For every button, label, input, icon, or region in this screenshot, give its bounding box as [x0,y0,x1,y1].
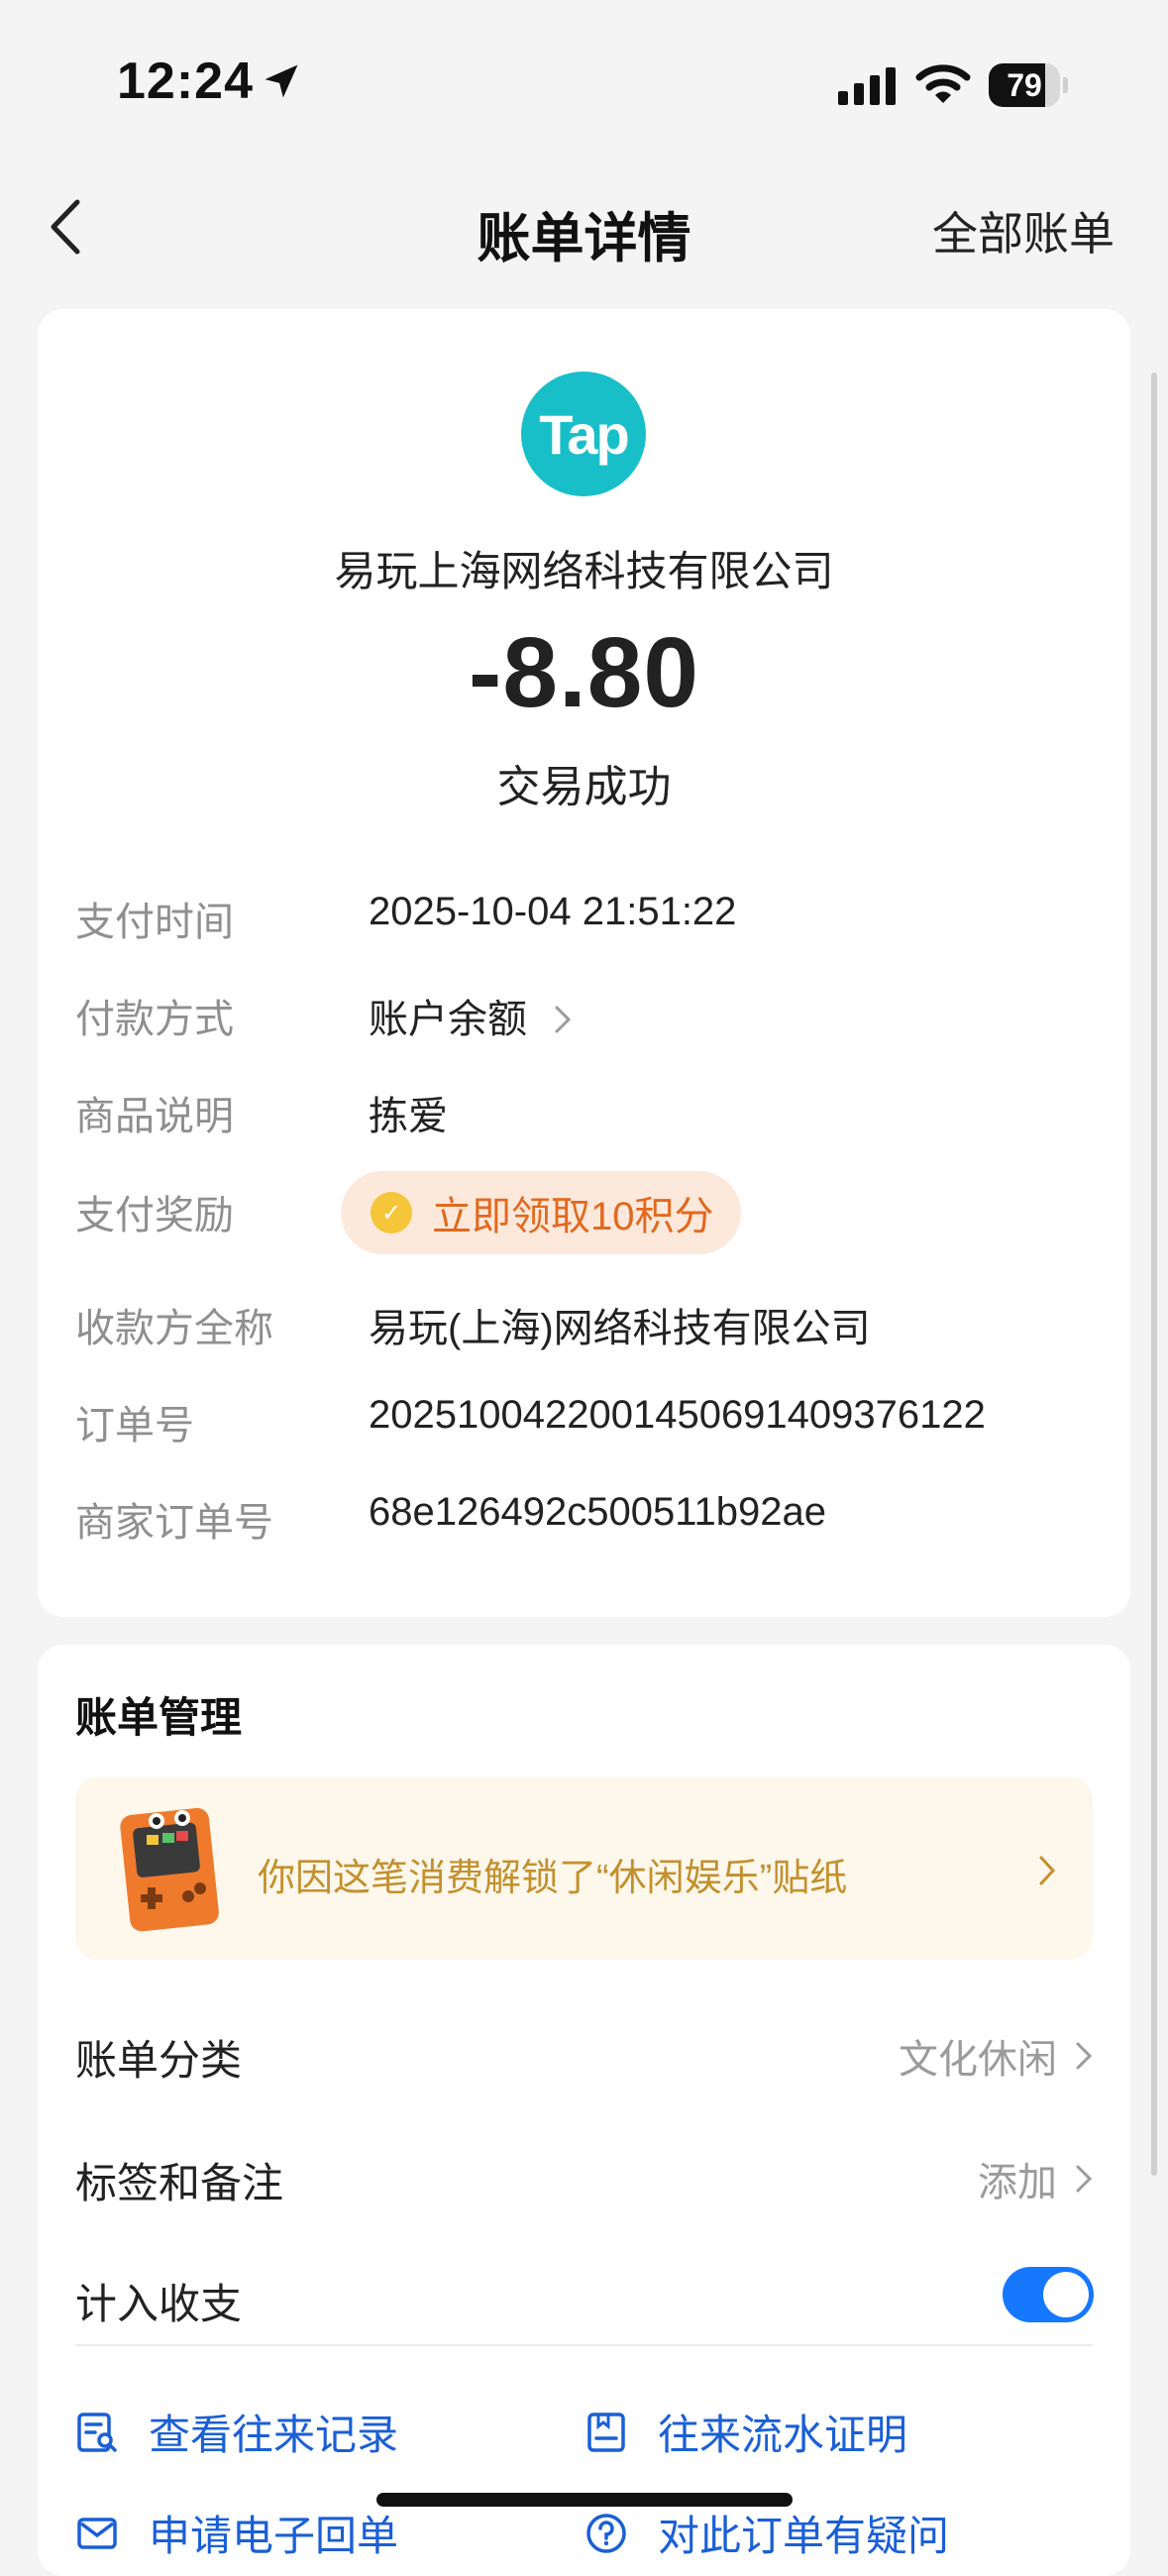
question-circle-icon [586,2513,626,2553]
battery-percent: 79 [1007,67,1042,103]
chevron-right-icon [1039,1856,1056,1885]
claim-points-label: 立即领取10积分 [432,1195,714,1238]
merchant-name: 易玩上海网络科技有限公司 [334,548,834,594]
order-question-label: 对此订单有疑问 [658,2513,950,2559]
battery-indicator: 79 [989,63,1068,107]
points-coin-icon: ✓ [371,1192,412,1234]
chevron-right-icon [1076,2042,1093,2070]
apply-receipt-link[interactable]: 申请电子回单 [75,2503,398,2563]
view-records-link[interactable]: 查看往来记录 [75,2402,398,2462]
game-console-sticker-icon [120,1807,219,1932]
document-proof-icon [587,2412,625,2452]
category-value: 文化休闲 [899,2038,1057,2082]
order-number-value: 2025100422001450691409376122 [369,1393,986,1437]
location-arrow-icon [265,64,298,98]
transaction-amount: -8.80 [469,617,699,728]
reward-label: 支付奖励 [75,1194,234,1237]
home-indicator [376,2493,793,2507]
merchant-order-label: 商家订单号 [75,1501,273,1545]
pay-method-value: 账户余额 [369,998,527,1041]
view-records-label: 查看往来记录 [149,2412,399,2458]
divider [75,2344,1093,2346]
claim-points-button[interactable]: ✓ 立即领取10积分 [341,1171,741,1254]
apply-receipt-label: 申请电子回单 [149,2513,399,2559]
payee-value: 易玩(上海)网络科技有限公司 [369,1307,871,1350]
pay-time-label: 支付时间 [75,901,234,944]
pay-method-link[interactable]: 账户余额 [369,987,574,1044]
payee-label: 收款方全称 [75,1307,273,1350]
transaction-status: 交易成功 [496,763,672,811]
pay-time-value: 2025-10-04 21:51:22 [369,890,737,933]
order-number-label: 订单号 [75,1404,194,1448]
all-bills-link[interactable]: 全部账单 [932,198,1115,264]
goods-value: 拣爱 [369,1095,448,1138]
statement-proof-label: 往来流水证明 [658,2412,908,2458]
tags-add-button[interactable]: 添加 [978,2150,1095,2207]
goods-label: 商品说明 [75,1095,234,1138]
include-in-stats-label: 计入收支 [75,2281,243,2327]
section-title: 账单管理 [75,1694,243,1741]
chevron-right-icon [555,1006,572,1033]
statement-proof-link[interactable]: 往来流水证明 [584,2402,907,2462]
status-time: 12:24 [117,53,254,110]
merchant-logo: Tap [521,372,646,496]
mail-receipt-icon [77,2517,117,2549]
wifi-icon [915,64,971,103]
merchant-order-value: 68e126492c500511b92ae [369,1490,826,1534]
chevron-right-icon [1076,2165,1093,2193]
tags-label: 标签和备注 [75,2160,284,2206]
pay-method-label: 付款方式 [75,998,234,1041]
category-selector[interactable]: 文化休闲 [899,2027,1095,2085]
order-question-link[interactable]: 对此订单有疑问 [584,2503,949,2563]
category-label: 账单分类 [75,2037,243,2084]
records-search-icon [77,2412,117,2452]
tags-value: 添加 [978,2161,1057,2204]
include-in-stats-toggle[interactable] [1003,2267,1094,2322]
cellular-signal-icon [838,67,896,105]
toggle-knob [1043,2272,1089,2317]
sticker-message: 你因这笔消费解锁了“休闲娱乐”贴纸 [258,1858,848,1899]
